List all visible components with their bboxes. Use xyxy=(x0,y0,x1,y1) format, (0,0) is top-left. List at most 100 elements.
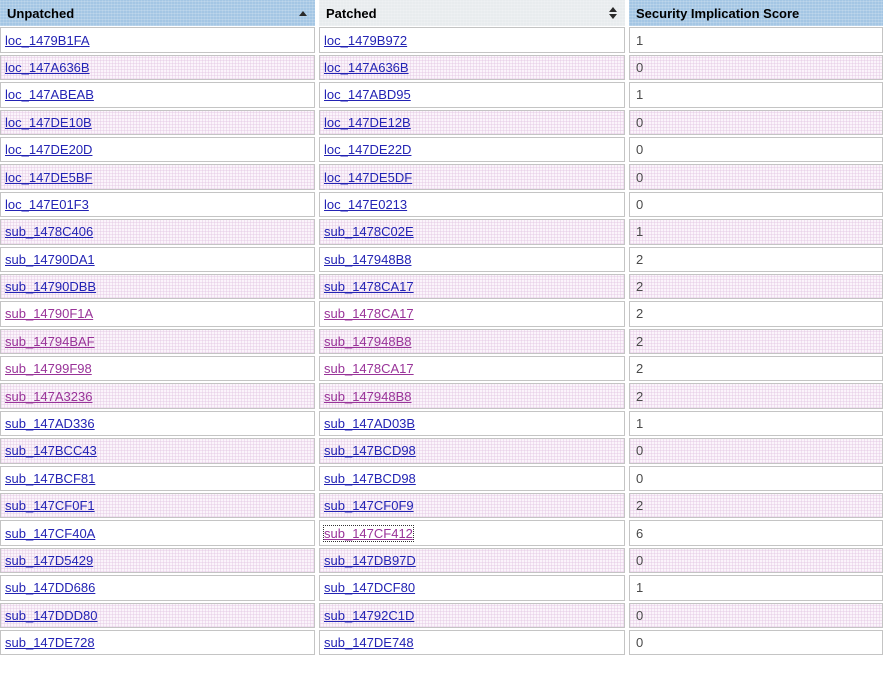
patched-function-link[interactable]: sub_147DCF80 xyxy=(324,580,415,595)
column-header-unpatched[interactable]: Unpatched xyxy=(0,0,315,26)
column-header-security-score[interactable]: Security Implication Score xyxy=(629,0,883,26)
unpatched-function-link[interactable]: loc_147A636B xyxy=(5,60,90,75)
patched-cell: sub_147DCF80 xyxy=(319,575,625,601)
security-score-value: 1 xyxy=(636,32,644,48)
patched-cell: sub_1478CA17 xyxy=(319,273,625,300)
patched-function-link[interactable]: sub_1478CA17 xyxy=(324,361,414,376)
unpatched-function-link[interactable]: sub_14790F1A xyxy=(5,306,93,321)
patched-cell: loc_1479B972 xyxy=(319,27,625,53)
unpatched-function-link[interactable]: sub_147DD686 xyxy=(5,580,95,595)
column-header-patched[interactable]: Patched xyxy=(319,0,625,26)
unpatched-cell: sub_14790DBB xyxy=(0,273,315,300)
patched-cell: loc_147DE5DF xyxy=(319,164,625,190)
patched-function-link[interactable]: loc_147DE22D xyxy=(324,142,411,157)
unpatched-function-link[interactable]: sub_14790DBB xyxy=(5,279,96,294)
unpatched-function-link[interactable]: sub_14799F98 xyxy=(5,361,92,376)
unpatched-function-link[interactable]: loc_147DE5BF xyxy=(5,170,92,185)
patched-function-link[interactable]: sub_1478CA17 xyxy=(324,306,414,321)
security-score-value: 2 xyxy=(636,333,644,349)
unpatched-cell: sub_1478C406 xyxy=(0,219,315,245)
security-score-cell: 0 xyxy=(629,136,883,163)
security-score-value: 2 xyxy=(636,306,644,322)
unpatched-function-link[interactable]: loc_147E01F3 xyxy=(5,197,89,212)
patched-function-link[interactable]: sub_147948B8 xyxy=(324,389,411,404)
patched-function-link[interactable]: loc_147DE5DF xyxy=(324,170,412,185)
unpatched-function-link[interactable]: sub_147BCC43 xyxy=(5,443,97,458)
unpatched-cell: sub_14790F1A xyxy=(0,301,315,327)
unpatched-function-link[interactable]: sub_147BCF81 xyxy=(5,471,95,486)
unpatched-function-link[interactable]: sub_147AD336 xyxy=(5,416,95,431)
unpatched-cell: sub_147AD336 xyxy=(0,410,315,437)
security-score-value: 0 xyxy=(636,553,644,568)
security-score-value: 2 xyxy=(636,498,644,514)
security-score-value: 1 xyxy=(636,87,644,103)
security-score-cell: 1 xyxy=(629,27,883,53)
patched-function-link[interactable]: loc_147ABD95 xyxy=(324,87,411,102)
unpatched-function-link[interactable]: sub_147DDD80 xyxy=(5,608,98,623)
patched-function-link[interactable]: sub_147AD03B xyxy=(324,416,415,431)
patched-function-link[interactable]: loc_147DE12B xyxy=(324,115,411,130)
patched-function-link[interactable]: sub_147948B8 xyxy=(324,334,411,349)
patched-cell: sub_14792C1D xyxy=(319,602,625,628)
security-score-value: 0 xyxy=(636,142,644,158)
security-score-cell: 0 xyxy=(629,109,883,135)
patched-function-link[interactable]: sub_147BCD98 xyxy=(324,443,416,458)
security-score-cell: 2 xyxy=(629,246,883,272)
unpatched-cell: sub_147DDD80 xyxy=(0,602,315,628)
unpatched-cell: loc_147ABEAB xyxy=(0,82,315,108)
unpatched-function-link[interactable]: sub_147D5429 xyxy=(5,553,93,568)
patched-function-link[interactable]: sub_147CF0F9 xyxy=(324,498,414,513)
security-score-value: 0 xyxy=(636,196,644,212)
security-score-cell: 0 xyxy=(629,438,883,464)
patched-cell: sub_147BCD98 xyxy=(319,465,625,492)
unpatched-cell: loc_147E01F3 xyxy=(0,191,315,218)
patch-diff-table: Unpatched Patched Security Implication S… xyxy=(0,0,883,656)
patched-function-link[interactable]: sub_147BCD98 xyxy=(324,471,416,486)
patched-cell: loc_147A636B xyxy=(319,54,625,81)
unpatched-function-link[interactable]: sub_1478C406 xyxy=(5,224,93,239)
patched-function-link[interactable]: loc_147E0213 xyxy=(324,197,407,212)
patched-cell: sub_147948B8 xyxy=(319,246,625,272)
security-score-value: 6 xyxy=(636,525,644,541)
unpatched-function-link[interactable]: loc_1479B1FA xyxy=(5,33,90,48)
unpatched-cell: sub_14794BAF xyxy=(0,328,315,355)
unpatched-function-link[interactable]: sub_14794BAF xyxy=(5,334,95,349)
unpatched-function-link[interactable]: loc_147DE10B xyxy=(5,115,92,130)
patched-cell: sub_147DE748 xyxy=(319,629,625,656)
unpatched-cell: loc_1479B1FA xyxy=(0,27,315,53)
unpatched-function-link[interactable]: sub_147CF40A xyxy=(5,526,95,541)
security-score-cell: 0 xyxy=(629,54,883,81)
unpatched-cell: loc_147A636B xyxy=(0,54,315,81)
patched-function-link[interactable]: sub_147DE748 xyxy=(324,635,414,650)
unpatched-function-link[interactable]: loc_147ABEAB xyxy=(5,87,94,102)
unpatched-cell: loc_147DE20D xyxy=(0,136,315,163)
patched-function-link[interactable]: loc_147A636B xyxy=(324,60,409,75)
security-score-value: 1 xyxy=(636,580,644,596)
security-score-cell: 2 xyxy=(629,328,883,355)
patched-function-link[interactable]: sub_1478C02E xyxy=(324,224,414,239)
column-header-security-score-label: Security Implication Score xyxy=(636,5,800,21)
unpatched-cell: sub_147A3236 xyxy=(0,383,315,409)
patched-cell: sub_1478CA17 xyxy=(319,356,625,382)
patched-function-link[interactable]: loc_1479B972 xyxy=(324,33,407,48)
patched-cell: sub_147BCD98 xyxy=(319,438,625,464)
patched-cell: loc_147E0213 xyxy=(319,191,625,218)
patched-function-link[interactable]: sub_1478CA17 xyxy=(324,279,414,294)
patched-function-link[interactable]: sub_147CF412 xyxy=(323,524,414,542)
unpatched-function-link[interactable]: sub_147A3236 xyxy=(5,389,92,404)
unpatched-function-link[interactable]: sub_147CF0F1 xyxy=(5,498,95,513)
unpatched-function-link[interactable]: loc_147DE20D xyxy=(5,142,92,157)
patched-function-link[interactable]: sub_147DB97D xyxy=(324,553,416,568)
security-score-cell: 0 xyxy=(629,191,883,218)
security-score-value: 2 xyxy=(636,251,644,267)
security-score-value: 0 xyxy=(636,443,644,459)
patched-cell: sub_1478CA17 xyxy=(319,301,625,327)
patched-function-link[interactable]: sub_14792C1D xyxy=(324,608,414,623)
patched-function-link[interactable]: sub_147948B8 xyxy=(324,252,411,267)
unpatched-function-link[interactable]: sub_14790DA1 xyxy=(5,252,95,267)
unpatched-function-link[interactable]: sub_147DE728 xyxy=(5,635,95,650)
sort-ascending-icon xyxy=(299,10,307,16)
security-score-cell: 2 xyxy=(629,493,883,519)
security-score-value: 1 xyxy=(636,416,644,432)
unpatched-cell: sub_14799F98 xyxy=(0,356,315,382)
